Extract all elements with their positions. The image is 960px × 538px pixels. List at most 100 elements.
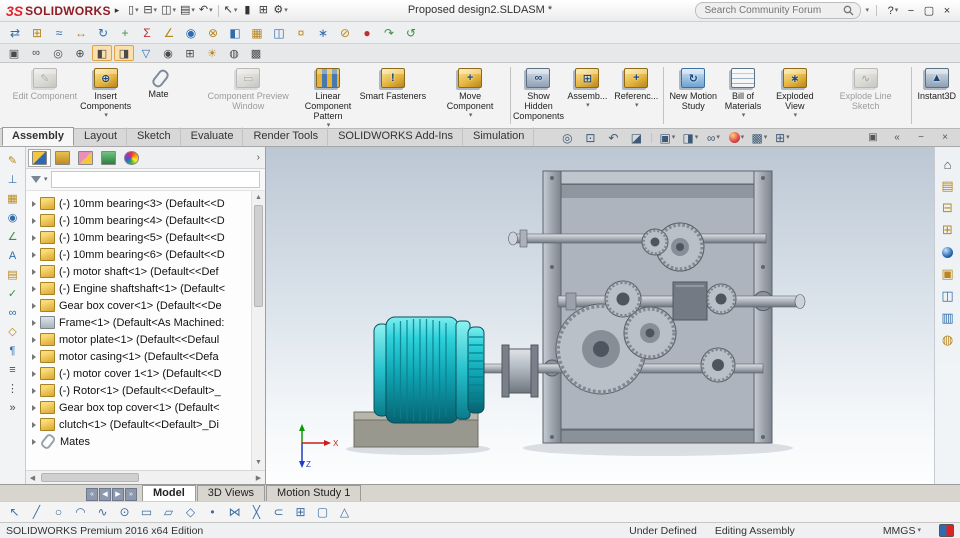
select-arrow-icon[interactable]: ↖: [5, 504, 24, 521]
tree-horizontal-scrollbar[interactable]: ◀ ▶: [26, 470, 265, 484]
slot-icon[interactable]: ▱: [159, 504, 178, 521]
view-pane-icon[interactable]: ◫: [938, 287, 958, 305]
dropdown-caret-icon[interactable]: ▾: [284, 7, 288, 14]
apply-scene-icon[interactable]: ▩ ▾: [749, 130, 769, 146]
folder-icon[interactable]: ⊟: [938, 199, 958, 217]
print-icon[interactable]: ▤ ▾: [178, 2, 197, 20]
reference-geometry-button[interactable]: + Referenc... ▾: [612, 64, 660, 127]
expand-arrow-icon[interactable]: [32, 268, 36, 275]
polygon-icon[interactable]: ◇: [181, 504, 200, 521]
section-view-icon[interactable]: ◪ ▾: [626, 130, 646, 146]
search-input[interactable]: [702, 4, 844, 17]
view-orientation-icon[interactable]: ▣ ▾: [657, 130, 677, 146]
dropdown-caret-icon[interactable]: ▾: [895, 7, 899, 14]
point-icon[interactable]: •: [203, 504, 222, 521]
tree-item-bearing-4[interactable]: (-) 10mm bearing<4> (Default<<D: [26, 212, 252, 229]
dropdown-caret-icon[interactable]: ▾: [234, 7, 238, 14]
part-strip-icon[interactable]: ▦: [3, 190, 23, 207]
arc-icon[interactable]: ◠: [71, 504, 90, 521]
mirror-components-icon[interactable]: ◫: [269, 24, 289, 42]
insert-component-tb-icon[interactable]: ⊞: [27, 24, 47, 42]
line-icon[interactable]: ╱: [27, 504, 46, 521]
tree-item-mates[interactable]: Mates: [26, 433, 252, 450]
tab-layout[interactable]: Layout: [74, 127, 128, 146]
component-preview-window-button[interactable]: ▭ Component Preview Window ▾: [193, 64, 303, 127]
expand-arrow-icon[interactable]: [32, 234, 36, 241]
explode-line-sketch-button[interactable]: ∿ Explode Line Sketch ▾: [823, 64, 909, 127]
3d-viewport[interactable]: X Z: [266, 147, 960, 484]
dropdown-caret-icon[interactable]: ▾: [469, 112, 473, 119]
tree-item-engine-shaftshaft[interactable]: (-) Engine shaftshaft<1> (Default<: [26, 280, 252, 297]
tree-item-clutch[interactable]: clutch<1> (Default<<Default>_Di: [26, 416, 252, 433]
trim-entities-icon[interactable]: ╳: [247, 504, 266, 521]
close-pane-icon[interactable]: ×: [935, 129, 955, 147]
units-selector[interactable]: MMGS ▾: [883, 525, 921, 537]
open-icon[interactable]: ⊟ ▾: [141, 2, 159, 20]
scroll-left-icon[interactable]: ◀: [26, 474, 39, 482]
measure-icon[interactable]: ∠: [159, 24, 179, 42]
lights-icon[interactable]: ☀: [202, 45, 222, 61]
featuremanager-tab[interactable]: [28, 148, 51, 167]
hide-show-icon[interactable]: ◉: [158, 45, 178, 61]
tree-item-bearing-5[interactable]: (-) 10mm bearing<5> (Default<<D: [26, 229, 252, 246]
dropdown-caret-icon[interactable]: ▾: [764, 134, 768, 141]
tree-item-motor-plate[interactable]: motor plate<1> (Default<<Defaul: [26, 331, 252, 348]
scrollbar-thumb[interactable]: [254, 205, 263, 307]
view-settings-icon[interactable]: ⊞ ▾: [772, 130, 792, 146]
tab-scroll-last-icon[interactable]: »: [125, 488, 137, 501]
expand-arrow-icon[interactable]: [32, 217, 36, 224]
expand-arrow-icon[interactable]: [32, 319, 36, 326]
mirror-entities-icon[interactable]: ⋈: [225, 504, 244, 521]
tab-sketch[interactable]: Sketch: [127, 127, 181, 146]
tab-scroll-first-icon[interactable]: «: [86, 488, 98, 501]
new-icon[interactable]: ▯ ▾: [125, 2, 141, 20]
assembly-features-button[interactable]: ⊞ Assemb... ▾: [562, 64, 612, 127]
scrollbar-thumb[interactable]: [41, 473, 139, 482]
box-icon[interactable]: ◇: [3, 323, 23, 340]
tree-item-frame[interactable]: Frame<1> (Default<As Machined:: [26, 314, 252, 331]
more-tools-icon[interactable]: ⋮: [3, 380, 23, 397]
rectangle-icon[interactable]: ▭: [137, 504, 156, 521]
expand-arrow-icon[interactable]: [32, 285, 36, 292]
filter-funnel-icon[interactable]: [31, 176, 41, 183]
note-icon[interactable]: ¶: [3, 342, 23, 359]
mate-button[interactable]: Mate ▾: [124, 64, 194, 127]
select-icon[interactable]: ↖ ▾: [222, 2, 240, 20]
dropdown-caret-icon[interactable]: ▾: [716, 134, 720, 141]
dimension-icon[interactable]: ∠: [3, 228, 23, 245]
undo-icon[interactable]: ↶ ▾: [197, 2, 215, 20]
dropdown-caret-icon[interactable]: ▾: [917, 527, 921, 534]
sketch-strip-icon[interactable]: ✎: [3, 152, 23, 169]
dropdown-caret-icon[interactable]: ▾: [154, 7, 158, 14]
exploded-view-tb-icon[interactable]: ∗: [313, 24, 333, 42]
collapse-ribbon-icon[interactable]: «: [887, 129, 907, 147]
link-view-icon[interactable]: ∞: [26, 45, 46, 61]
tab-render-tools[interactable]: Render Tools: [243, 127, 329, 146]
hide-components-icon[interactable]: ⊘: [335, 24, 355, 42]
zoom-area-icon[interactable]: ⊡ ▾: [580, 130, 600, 146]
edit-component-button[interactable]: ✎ Edit Component ▾: [2, 64, 88, 127]
hide-show-items-icon[interactable]: ∞ ▾: [703, 130, 723, 146]
dropdown-caret-icon[interactable]: ▾: [794, 112, 798, 119]
clipboard-icon[interactable]: ▣: [938, 265, 958, 283]
globe-icon[interactable]: ●: [938, 243, 958, 261]
minimize-icon[interactable]: − ▾: [902, 3, 920, 19]
scroll-down-icon[interactable]: ▼: [252, 457, 265, 469]
expand-arrow-icon[interactable]: [32, 353, 36, 360]
tab-scroll-next-icon[interactable]: ▶: [112, 488, 124, 501]
dropdown-caret-icon[interactable]: ▾: [695, 134, 699, 141]
tree-item-motor-casing[interactable]: motor casing<1> (Default<<Defa: [26, 348, 252, 365]
scrollbar-track[interactable]: [39, 471, 252, 484]
display-mode-icon[interactable]: ◨: [114, 45, 134, 61]
scene-tb-icon[interactable]: ▩: [246, 45, 266, 61]
expand-arrow-icon[interactable]: [32, 302, 36, 309]
equations-icon[interactable]: Σ: [137, 24, 157, 42]
expand-arrow-icon[interactable]: [32, 438, 36, 445]
mass-properties-icon[interactable]: ◉: [181, 24, 201, 42]
component-width-icon[interactable]: ↔: [71, 24, 91, 42]
help-icon[interactable]: ? ▾: [884, 3, 902, 19]
scroll-up-icon[interactable]: ▲: [252, 192, 265, 204]
check-icon[interactable]: ✓: [3, 285, 23, 302]
expand-arrow-icon[interactable]: [32, 336, 36, 343]
pattern-icon[interactable]: ▦: [247, 24, 267, 42]
